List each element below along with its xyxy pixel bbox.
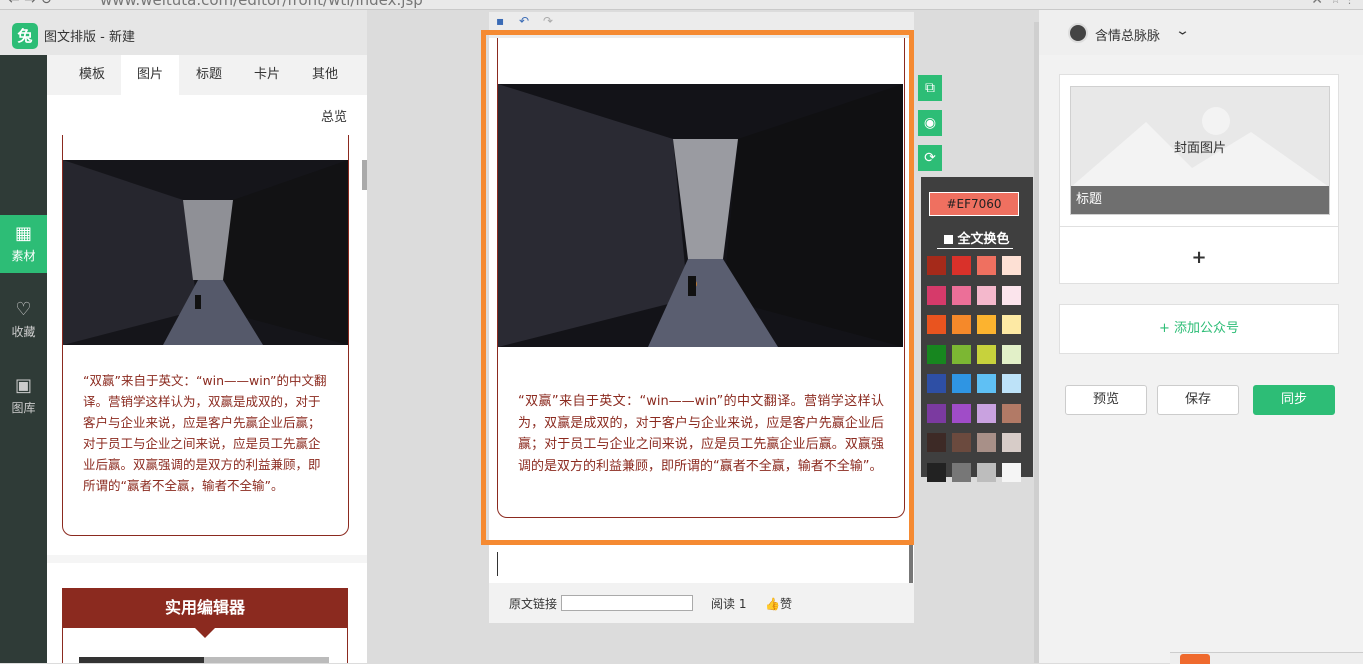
undo-icon[interactable]: ↶ (519, 14, 529, 28)
color-swatch[interactable] (927, 462, 946, 482)
tab-cards[interactable]: 卡片 (239, 55, 295, 95)
redo-icon[interactable]: ↷ (543, 14, 553, 28)
color-swatch[interactable] (952, 462, 971, 482)
loading-icon[interactable]: ⟳ (918, 145, 942, 171)
color-swatch[interactable] (977, 315, 996, 334)
tab-titles[interactable]: 标题 (181, 55, 237, 95)
rail-label-gallery: 图库 (11, 401, 36, 415)
current-color-field[interactable]: #EF7060 (929, 192, 1019, 216)
color-swatch[interactable] (977, 462, 996, 482)
cover-card: 封面图片 标题 + (1059, 74, 1339, 284)
color-swatch[interactable] (977, 256, 996, 275)
material-tabs: 模板 图片 标题 卡片 其他 (47, 55, 367, 95)
publish-panel: 封面图片 标题 + + 添加公众号 预览 保存 同步 (1039, 55, 1363, 663)
avatar[interactable] (1068, 23, 1088, 43)
read-count: 阅读 1 (711, 597, 747, 611)
color-swatch[interactable] (977, 344, 996, 364)
browser-extension-icon[interactable]: ☆ ⋮ (1331, 0, 1355, 6)
color-swatch[interactable] (1002, 462, 1021, 482)
side-rail: ▦ 素材 ♡ 收藏 ▣ 图库 (0, 55, 47, 663)
color-swatch[interactable] (1002, 256, 1021, 275)
color-swatch[interactable] (952, 344, 971, 364)
color-swatch[interactable] (927, 433, 946, 452)
card2-title[interactable]: 实用编辑器 (62, 588, 348, 628)
rail-item-gallery[interactable]: ▣ 图库 (0, 367, 47, 425)
color-swatch[interactable] (927, 344, 946, 364)
rail-item-materials[interactable]: ▦ 素材 (0, 215, 47, 273)
breadcrumb: 图文排版 - 新建 (44, 30, 135, 45)
checkbox-icon[interactable] (944, 235, 954, 244)
color-swatch[interactable] (977, 285, 996, 305)
image-icon: ▣ (14, 375, 32, 396)
color-swatch[interactable] (952, 374, 971, 393)
color-swatch[interactable] (977, 403, 996, 423)
cover-divider (1060, 226, 1338, 227)
app-logo[interactable]: 兔 (12, 23, 38, 49)
cover-image[interactable]: 封面图片 标题 (1070, 86, 1330, 215)
original-link-label: 原文链接 (509, 597, 558, 611)
color-swatch[interactable] (952, 256, 971, 275)
card-divider (47, 555, 367, 563)
card2-thumbnail (79, 657, 329, 663)
browser-nav-icon[interactable]: ← → ↻ (8, 0, 52, 8)
app-header: 兔 图文排版 - 新建 (0, 10, 367, 55)
corner-toolbar (1170, 652, 1363, 664)
tab-templates[interactable]: 模板 (67, 55, 117, 95)
color-swatch[interactable] (927, 315, 946, 334)
color-swatch[interactable] (927, 256, 946, 275)
color-swatch[interactable] (1002, 285, 1021, 305)
original-link-input[interactable] (561, 595, 693, 611)
rail-label-materials: 素材 (11, 249, 36, 263)
close-tab-icon[interactable]: ✕ (1311, 0, 1323, 8)
eye-icon[interactable]: ◉ (918, 110, 942, 136)
color-swatch[interactable] (977, 433, 996, 452)
color-swatch[interactable] (977, 374, 996, 393)
chevron-down-icon[interactable]: ⌄ (1175, 23, 1190, 38)
panel-scrollbar[interactable] (362, 160, 367, 190)
like-label: 👍赞 (765, 597, 792, 611)
color-swatch[interactable] (927, 403, 946, 423)
preview-button[interactable]: 预览 (1065, 385, 1147, 415)
color-swatch[interactable] (927, 285, 946, 305)
editor-footer: 原文链接 阅读 1 👍赞 (489, 583, 914, 623)
color-swatch[interactable] (1002, 344, 1021, 364)
cover-title: 标题 (1071, 186, 1329, 214)
label-underline (937, 248, 1013, 249)
full-color-toggle[interactable]: 全文换色 (921, 228, 1033, 247)
alley-photo (63, 160, 348, 345)
save-button[interactable]: 保存 (1157, 385, 1239, 415)
add-account-button[interactable]: + 添加公众号 (1059, 304, 1339, 354)
color-swatch[interactable] (952, 315, 971, 334)
account-name[interactable]: 含情总脉脉 (1095, 25, 1160, 44)
color-palette: #EF7060 全文换色 (921, 177, 1033, 482)
overview-link[interactable]: 总览 (321, 106, 347, 125)
text-cursor (497, 552, 498, 576)
color-swatch[interactable] (1002, 403, 1021, 423)
address-bar[interactable]: www.weituta.com/editor/front/wtl/index.j… (100, 0, 423, 9)
selection-highlight (481, 30, 914, 545)
rail-label-favorites: 收藏 (11, 325, 36, 339)
material-panel: 模板 图片 标题 卡片 其他 总览 “双赢”来自于英文：“win——win”的中… (47, 55, 367, 663)
full-color-label: 全文换色 (957, 232, 1010, 247)
tab-images[interactable]: 图片 (121, 55, 179, 95)
add-article-button[interactable]: + (1060, 247, 1338, 268)
account-header: 含情总脉脉 ⌄ (1039, 10, 1363, 55)
color-swatch[interactable] (952, 433, 971, 452)
material-card[interactable]: “双赢”来自于英文：“win——win”的中文翻译。营销学这样认为，双赢是成双的… (62, 135, 349, 536)
color-swatch[interactable] (952, 403, 971, 423)
tab-other[interactable]: 其他 (297, 55, 353, 95)
color-swatch[interactable] (952, 285, 971, 305)
heart-icon: ♡ (15, 299, 32, 320)
color-swatch[interactable] (1002, 374, 1021, 393)
browser-toolbar: ← → ↻ www.weituta.com/editor/front/wtl/i… (0, 0, 1363, 10)
sync-button[interactable]: 同步 (1253, 385, 1335, 415)
rail-item-favorites[interactable]: ♡ 收藏 (0, 291, 47, 349)
card-body-text: “双赢”来自于英文：“win——win”的中文翻译。营销学这样认为，双赢是成双的… (83, 373, 327, 493)
color-swatch[interactable] (1002, 315, 1021, 334)
grid-icon: ▦ (14, 223, 32, 244)
copy-icon[interactable]: ⧉ (918, 75, 942, 101)
color-swatch[interactable] (927, 374, 946, 393)
color-swatch[interactable] (1002, 433, 1021, 452)
save-icon[interactable]: ▪ (496, 14, 504, 28)
